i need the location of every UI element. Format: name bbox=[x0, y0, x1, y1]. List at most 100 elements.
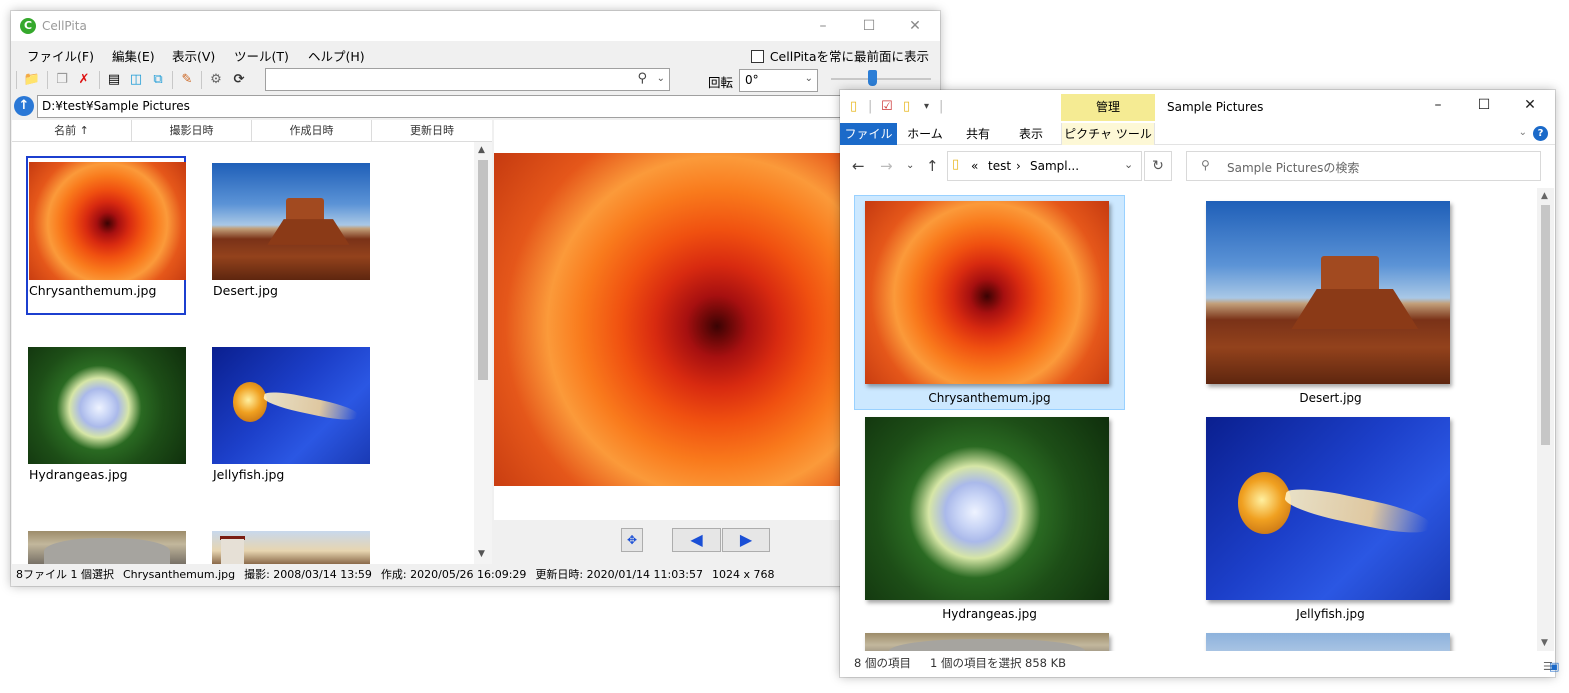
rotation-select[interactable]: 0° ⌄ bbox=[739, 69, 818, 92]
thumbnail-image[interactable] bbox=[212, 163, 370, 280]
thumbnail-image[interactable] bbox=[29, 162, 186, 280]
breadcrumb-current[interactable]: Sampl... bbox=[1030, 159, 1079, 173]
file-item[interactable]: Chrysanthemum.jpg bbox=[854, 195, 1125, 410]
close-button[interactable]: ✕ bbox=[892, 11, 938, 41]
file-thumbnail[interactable] bbox=[1206, 417, 1450, 600]
menu-help[interactable]: ヘルプ(H) bbox=[308, 46, 365, 65]
folder-path-input[interactable]: D:¥test¥Sample Pictures bbox=[37, 95, 939, 118]
up-folder-icon[interactable]: ↑ bbox=[14, 96, 34, 116]
search-icon[interactable]: ⚲ bbox=[637, 71, 647, 86]
title-bar: C CellPita – ☐ ✕ bbox=[11, 11, 940, 41]
thumbnail-image[interactable] bbox=[28, 347, 186, 464]
path-combo[interactable]: ⚲ ⌄ bbox=[265, 68, 670, 91]
refresh-icon[interactable]: ⟳ bbox=[229, 70, 249, 90]
chevron-down-icon[interactable]: ⌄ bbox=[805, 73, 813, 84]
menu-view[interactable]: 表示(V) bbox=[172, 46, 215, 65]
next-image-button[interactable]: ▶ bbox=[722, 528, 770, 552]
new-folder-icon[interactable]: ▯ bbox=[903, 99, 910, 114]
checkbox-box[interactable] bbox=[750, 50, 764, 63]
status-bar: 8 個の項目 1 個の項目を選択 858 KB ☰ ▣ bbox=[840, 653, 1559, 673]
status-created-date: 作成: 2020/05/26 16:09:29 bbox=[380, 568, 527, 581]
column-modified-date[interactable]: 更新日時 bbox=[372, 120, 492, 142]
gear-icon[interactable]: ⚙ bbox=[206, 70, 226, 90]
file-item[interactable]: Hydrangeas.jpg bbox=[854, 411, 1125, 626]
layout-window-icon[interactable]: ⧉ bbox=[148, 70, 168, 90]
forward-arrow-icon[interactable]: → bbox=[880, 157, 893, 175]
chevron-down-icon[interactable]: ⌄ bbox=[1124, 158, 1133, 171]
breadcrumb-test[interactable]: test bbox=[988, 159, 1011, 173]
file-thumbnail[interactable] bbox=[865, 201, 1109, 384]
thumbnail-image[interactable] bbox=[212, 347, 370, 464]
scroll-down-icon[interactable]: ▼ bbox=[1541, 638, 1548, 648]
properties-icon[interactable]: ☑ bbox=[881, 99, 893, 114]
file-view-scrollbar[interactable]: ▲ ▼ bbox=[1537, 188, 1554, 651]
minimize-button[interactable]: – bbox=[1415, 90, 1461, 120]
fit-window-icon[interactable]: ✥ bbox=[621, 528, 643, 552]
file-item[interactable]: Jellyfish.jpg bbox=[1195, 411, 1466, 626]
tab-home[interactable]: ホーム bbox=[897, 123, 953, 145]
thumbnail-image[interactable] bbox=[28, 531, 186, 564]
layout-split-icon[interactable]: ◫ bbox=[126, 70, 146, 90]
tab-picture-tools[interactable]: ピクチャ ツール bbox=[1061, 123, 1155, 145]
tab-file[interactable]: ファイル bbox=[840, 123, 897, 145]
scroll-up-icon[interactable]: ▲ bbox=[1541, 191, 1548, 201]
search-placeholder: Sample Picturesの検索 bbox=[1227, 161, 1360, 175]
explorer-window: ▯ | ☑ ▯ ▾ | 管理 Sample Pictures – ☐ ✕ ファイ… bbox=[840, 90, 1559, 677]
menu-file[interactable]: ファイル(F) bbox=[27, 46, 94, 65]
column-shot-date[interactable]: 撮影日時 bbox=[132, 120, 252, 142]
menu-tools[interactable]: ツール(T) bbox=[234, 46, 289, 65]
file-item[interactable]: Desert.jpg bbox=[1195, 195, 1466, 410]
scroll-down-icon[interactable]: ▼ bbox=[478, 549, 485, 559]
zoom-slider-track[interactable] bbox=[831, 78, 931, 80]
close-button[interactable]: ✕ bbox=[1507, 90, 1553, 120]
delete-icon[interactable]: ✗ bbox=[74, 70, 94, 90]
scroll-up-icon[interactable]: ▲ bbox=[478, 145, 485, 155]
selection-size: 858 KB bbox=[1025, 656, 1067, 670]
minimize-button[interactable]: – bbox=[800, 11, 846, 41]
recent-locations-icon[interactable]: ⌄ bbox=[906, 160, 914, 171]
thumbnail-label: Hydrangeas.jpg bbox=[29, 467, 128, 482]
file-name: Jellyfish.jpg bbox=[1296, 607, 1365, 621]
customize-qat-icon[interactable]: ▾ bbox=[924, 101, 929, 112]
file-item[interactable] bbox=[854, 627, 1125, 651]
chevron-down-icon[interactable]: ⌄ bbox=[1519, 127, 1527, 138]
chevron-down-icon[interactable]: ⌄ bbox=[657, 73, 665, 84]
tab-view[interactable]: 表示 bbox=[1003, 123, 1059, 145]
breadcrumb[interactable]: ▯ « test › Sampl... ⌄ bbox=[947, 151, 1142, 181]
open-folder-icon[interactable]: 📁 bbox=[22, 70, 42, 90]
back-arrow-icon[interactable]: ← bbox=[852, 157, 865, 175]
maximize-button[interactable]: ☐ bbox=[1461, 90, 1507, 120]
pdf-icon[interactable]: ✎ bbox=[177, 70, 197, 90]
file-item[interactable] bbox=[1195, 627, 1466, 651]
up-arrow-icon[interactable]: ↑ bbox=[926, 157, 939, 175]
scrollbar-thumb[interactable] bbox=[478, 160, 488, 380]
zoom-slider-thumb[interactable] bbox=[868, 70, 877, 86]
refresh-icon[interactable]: ↻ bbox=[1144, 151, 1172, 181]
thumbnail-label: Jellyfish.jpg bbox=[213, 467, 285, 482]
file-name: Desert.jpg bbox=[1299, 391, 1362, 405]
menu-edit[interactable]: 編集(E) bbox=[112, 46, 155, 65]
title-bar: ▯ | ☑ ▯ ▾ | 管理 Sample Pictures – ☐ ✕ bbox=[840, 90, 1555, 123]
previous-image-button[interactable]: ◀ bbox=[672, 528, 721, 552]
file-thumbnail[interactable] bbox=[865, 633, 1109, 651]
thumbnail-scrollbar[interactable]: ▲ ▼ bbox=[474, 142, 492, 564]
thumbnail-image[interactable] bbox=[212, 531, 370, 564]
layout-single-icon[interactable]: ▤ bbox=[104, 70, 124, 90]
always-on-top-checkbox[interactable]: CellPitaを常に最前面に表示 bbox=[750, 46, 929, 65]
column-name[interactable]: 名前 ↑ bbox=[12, 120, 132, 142]
breadcrumb-overflow[interactable]: « bbox=[971, 159, 978, 173]
file-thumbnail[interactable] bbox=[1206, 633, 1450, 651]
file-thumbnail[interactable] bbox=[865, 417, 1109, 600]
manage-context-tab[interactable]: 管理 bbox=[1061, 94, 1155, 121]
cellpita-logo-icon: C bbox=[20, 18, 36, 34]
help-icon[interactable]: ? bbox=[1533, 126, 1548, 141]
search-box[interactable]: ⚲ Sample Picturesの検索 bbox=[1186, 151, 1541, 181]
tab-share[interactable]: 共有 bbox=[953, 123, 1003, 145]
copy-icon[interactable]: ❐ bbox=[52, 70, 72, 90]
file-thumbnail[interactable] bbox=[1206, 201, 1450, 384]
large-icons-view-icon[interactable]: ▣ bbox=[1549, 657, 1559, 677]
breadcrumb-separator[interactable]: › bbox=[1016, 159, 1021, 173]
maximize-button[interactable]: ☐ bbox=[846, 11, 892, 41]
column-created-date[interactable]: 作成日時 bbox=[252, 120, 372, 142]
scrollbar-thumb[interactable] bbox=[1541, 205, 1550, 445]
